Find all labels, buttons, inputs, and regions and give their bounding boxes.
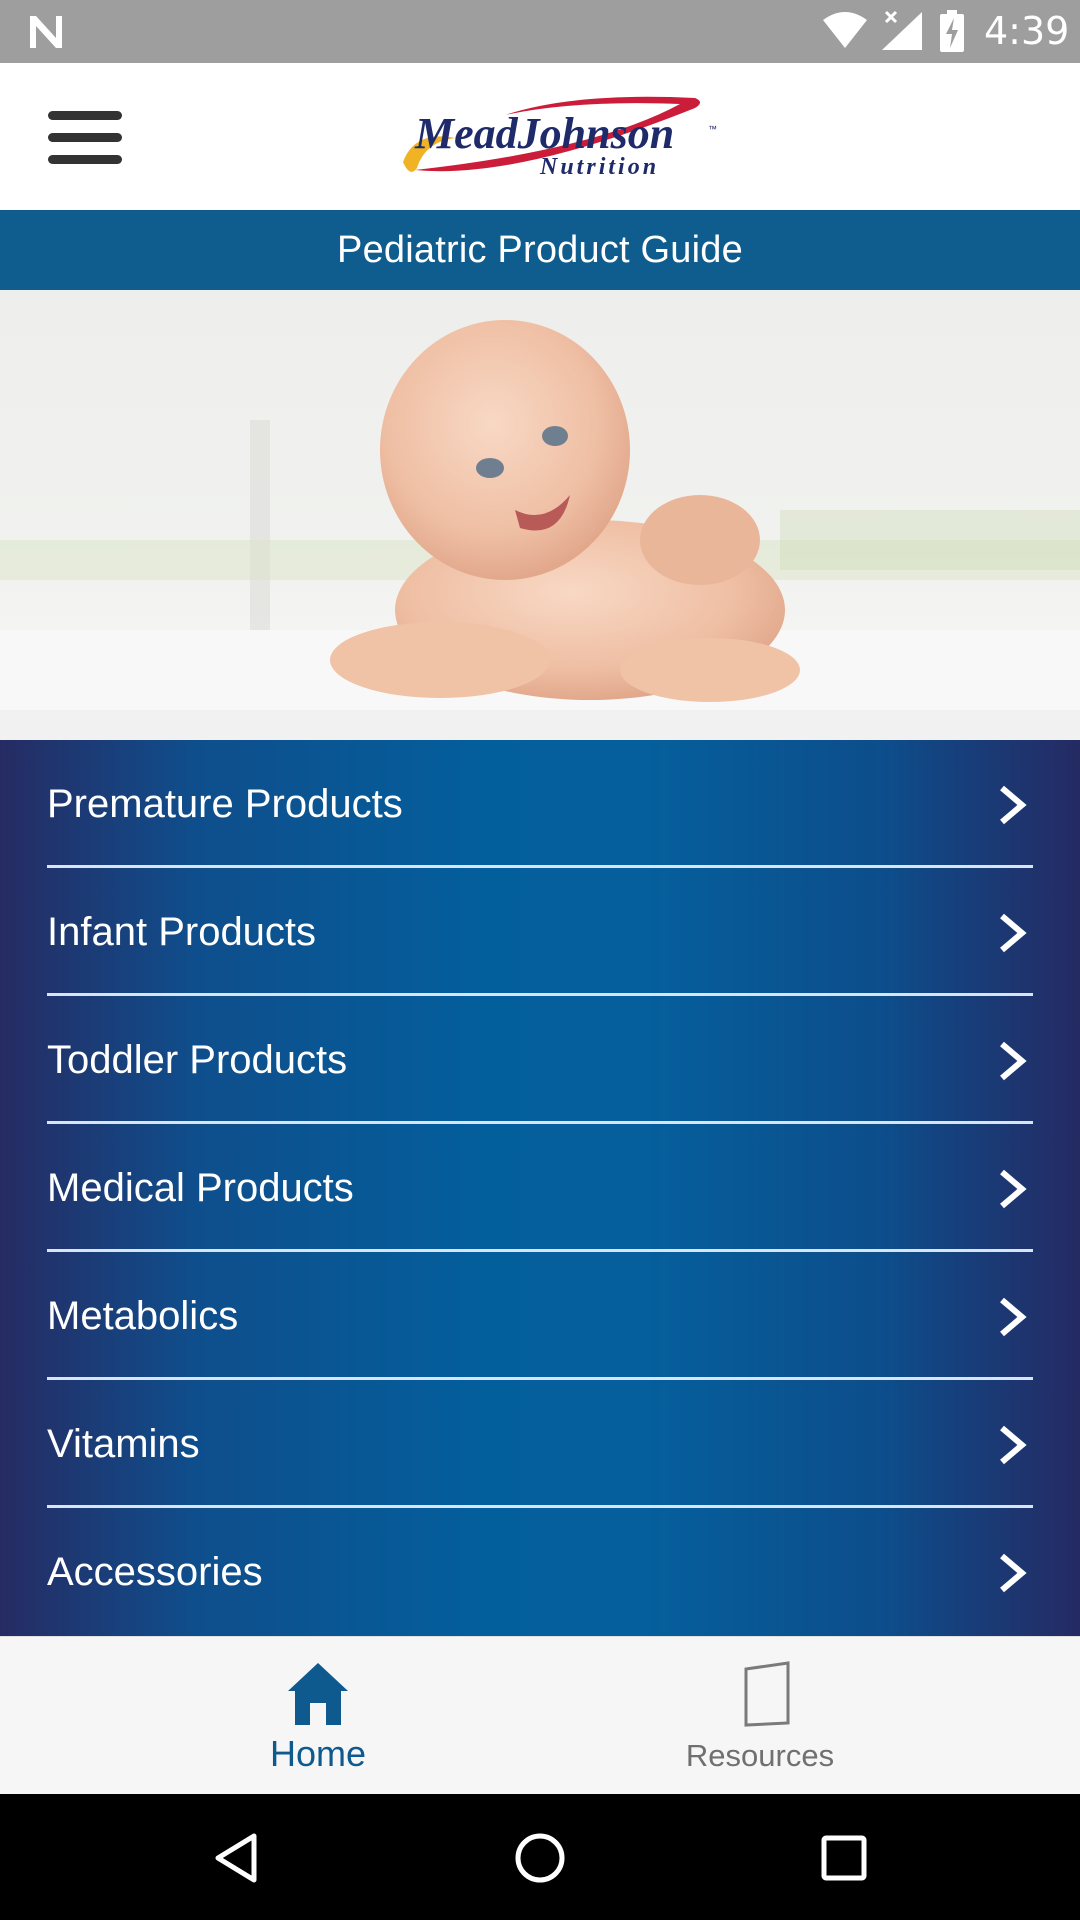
category-label: Infant Products [47,910,317,954]
logo-tm: ™ [708,124,717,134]
smiling-baby-photo [0,290,1080,740]
chevron-right-icon [1000,913,1027,953]
hamburger-menu-icon[interactable] [48,109,122,165]
battery-charging-icon [940,10,964,52]
back-icon[interactable] [210,1832,262,1884]
category-label: Premature Products [47,782,403,826]
chevron-right-icon [1000,1425,1027,1465]
notification-n-icon [30,16,62,48]
status-time: 4:39 [984,9,1070,53]
cell-signal-icon [882,10,922,50]
logo-text: MeadJohnson [414,109,674,158]
category-item-metabolics[interactable]: Metabolics [47,1252,1033,1380]
recents-icon[interactable] [818,1832,870,1884]
logo-subtext: Nutrition [539,154,659,180]
category-item-premature-products[interactable]: Premature Products [47,740,1033,868]
category-label: Vitamins [47,1422,200,1466]
nav-resources[interactable]: Resources [610,1637,910,1795]
chevron-right-icon [1000,1041,1027,1081]
title-bar: Pediatric Product Guide [0,210,1080,290]
category-list: Premature Products Infant Products Toddl… [0,740,1080,1636]
chevron-right-icon [1000,1297,1027,1337]
nav-home-label: Home [269,1733,367,1774]
category-item-accessories[interactable]: Accessories [47,1508,1033,1636]
nav-resources-label: Resources [685,1738,835,1773]
category-label: Medical Products [47,1166,354,1210]
app-header: MeadJohnson Nutrition ™ [0,63,1080,210]
chevron-right-icon [1000,1553,1027,1593]
wifi-icon [823,12,867,48]
category-label: Accessories [47,1550,263,1594]
category-item-infant-products[interactable]: Infant Products [47,868,1033,996]
bottom-nav: Home Resources [0,1636,1080,1795]
chevron-right-icon [1000,1169,1027,1209]
category-item-toddler-products[interactable]: Toddler Products [47,996,1033,1124]
page-title: Pediatric Product Guide [337,229,743,271]
category-label: Toddler Products [47,1038,348,1082]
home-icon [288,1663,348,1725]
chevron-right-icon [1000,785,1027,825]
mead-johnson-logo: MeadJohnson Nutrition ™ [403,96,717,180]
home-circle-icon[interactable] [514,1832,566,1884]
category-item-vitamins[interactable]: Vitamins [47,1380,1033,1508]
category-label: Metabolics [47,1294,239,1338]
book-icon [744,1661,790,1727]
nav-home[interactable]: Home [168,1637,468,1795]
category-item-medical-products[interactable]: Medical Products [47,1124,1033,1252]
system-nav-bar [0,1794,1080,1920]
status-bar: 4:39 [0,0,1080,63]
